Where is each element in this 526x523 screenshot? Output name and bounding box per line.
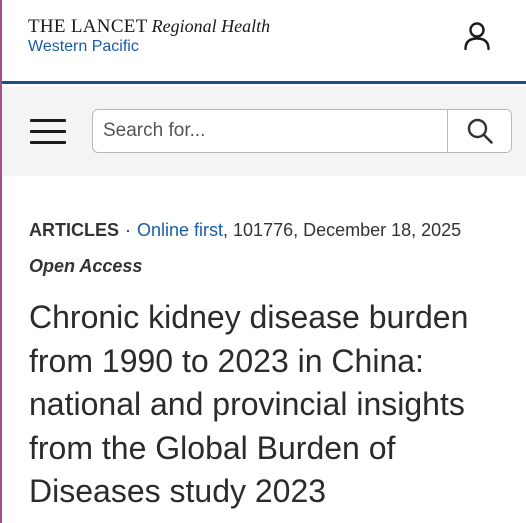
meta-separator: · xyxy=(125,220,131,240)
search-form xyxy=(92,109,512,153)
hamburger-menu-icon-bar xyxy=(30,130,66,133)
site-header: THE LANCET Regional Health Western Pacifi… xyxy=(2,0,526,84)
menu-button[interactable] xyxy=(28,117,68,147)
search-input[interactable] xyxy=(93,110,447,152)
hamburger-menu-icon xyxy=(30,119,66,122)
journal-logo[interactable]: THE LANCET Regional Health Western Pacifi… xyxy=(28,16,270,57)
open-access-label: Open Access xyxy=(29,256,143,276)
search-toolbar xyxy=(2,87,526,176)
article-type: ARTICLES xyxy=(29,220,119,240)
article-details: , 101776, December 18, 2025 xyxy=(223,220,462,240)
search-submit-button[interactable] xyxy=(447,110,511,152)
user-icon xyxy=(464,22,490,51)
user-account-button[interactable] xyxy=(458,18,496,54)
article-page: THE LANCET Regional Health Western Pacifi… xyxy=(0,0,526,523)
journal-name: THE LANCET xyxy=(28,16,148,37)
article-title: Chronic kidney disease burden from 1990 … xyxy=(29,299,469,509)
online-first-link[interactable]: Online first xyxy=(137,220,223,240)
search-icon xyxy=(467,118,493,144)
hamburger-menu-icon-bar xyxy=(30,141,66,144)
journal-region: Western Pacific xyxy=(28,38,139,55)
article-meta: ARTICLES · Online first, 101776, December … xyxy=(29,218,461,242)
journal-title: THE LANCET Regional Health xyxy=(28,16,270,37)
journal-subtitle: Regional Health xyxy=(151,16,271,36)
